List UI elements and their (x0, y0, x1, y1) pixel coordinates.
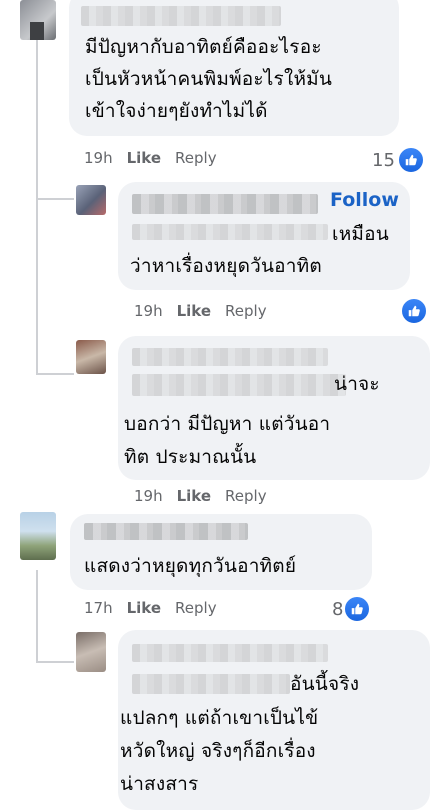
comment-text-line: เข้าใจง่ายๆยังทำไม่ได้ (85, 100, 268, 122)
thread-line-main-2 (36, 570, 38, 663)
reaction-count: 8 (332, 598, 344, 620)
like-button[interactable]: Like (127, 149, 161, 167)
blurred-author-name[interactable] (81, 6, 281, 26)
blurred-mention[interactable] (132, 224, 328, 240)
comment-timestamp[interactable]: 19h (134, 487, 163, 505)
comment-bubble: น่าจะ บอกว่า มีปัญหา แต่วันอา ทิต ประมาณ… (118, 336, 430, 480)
comment-timestamp[interactable]: 19h (84, 149, 113, 167)
comment-timestamp[interactable]: 17h (84, 599, 113, 617)
avatar[interactable] (76, 340, 106, 374)
like-reaction-icon (400, 297, 428, 325)
comment-bubble: Follow เหมือน ว่าหาเรื่องหยุดวันอาทิต (118, 182, 410, 290)
reply-button[interactable]: Reply (225, 487, 267, 505)
thread-line-branch-1 (36, 198, 74, 200)
comment-timestamp[interactable]: 19h (134, 302, 163, 320)
comment-text-line: บอกว่า มีปัญหา แต่วันอา (124, 413, 331, 435)
comment-actions: 19h Like Reply (134, 301, 267, 321)
reply-button[interactable]: Reply (225, 302, 267, 320)
blurred-author-name[interactable] (132, 194, 318, 214)
avatar[interactable] (20, 0, 56, 40)
like-button[interactable]: Like (127, 599, 161, 617)
comment-bubble: แสดงว่าหยุดทุกวันอาทิตย์ (70, 514, 372, 590)
comment-text-line: แสดงว่าหยุดทุกวันอาทิตย์ (84, 555, 297, 577)
follow-button[interactable]: Follow (330, 189, 399, 211)
blurred-author-name[interactable] (84, 523, 248, 540)
comment-text-line: แปลกๆ แต่ถ้าเขาเป็นไข้ (120, 707, 319, 729)
blurred-mention[interactable] (132, 674, 290, 694)
comment-text-line: อันนี้จริง (290, 673, 360, 695)
comment-actions: 19h Like Reply (84, 148, 217, 168)
comment-text-line: น่าสงสาร (120, 773, 199, 795)
like-reaction-icon (396, 146, 425, 174)
reaction-summary[interactable] (400, 297, 428, 325)
thread-line-branch-3 (36, 661, 74, 663)
reaction-count: 15 (372, 149, 395, 171)
reaction-summary[interactable]: 15 (372, 146, 425, 174)
avatar[interactable] (76, 185, 106, 215)
comment-actions: 17h Like Reply (84, 598, 217, 618)
comment-text-line: ทิต ประมาณนั้น (124, 446, 257, 468)
like-button[interactable]: Like (177, 487, 211, 505)
reply-button[interactable]: Reply (175, 149, 217, 167)
blurred-author-name[interactable] (132, 644, 328, 662)
thread-line-main (36, 40, 38, 375)
comment-text-line: เป็นหัวหน้าคนพิมพ์อะไรให้มัน (85, 68, 333, 90)
comment-text-line: ว่าหาเรื่องหยุดวันอาทิต (130, 255, 322, 277)
like-button[interactable]: Like (177, 302, 211, 320)
reply-button[interactable]: Reply (175, 599, 217, 617)
comment-text-line: หวัดใหญ่ จริงๆก็อีกเรื่อง (120, 740, 316, 762)
comment-bubble: มีปัญหากับอาทิตย์คืออะไรอะ เป็นหัวหน้าคน… (69, 0, 399, 136)
avatar[interactable] (20, 512, 56, 560)
comment-text-line: น่าจะ (334, 373, 380, 395)
blurred-mention[interactable] (132, 374, 346, 396)
comment-actions: 19h Like Reply (134, 486, 267, 506)
comment-text-line: มีปัญหากับอาทิตย์คืออะไรอะ (85, 36, 322, 58)
reaction-summary[interactable]: 8 (332, 595, 372, 623)
like-reaction-icon (343, 595, 372, 623)
avatar[interactable] (76, 632, 106, 672)
blurred-author-name[interactable] (132, 348, 328, 366)
comment-text-line: เหมือน (332, 223, 389, 245)
thread-line-branch-2 (36, 373, 74, 375)
comment-bubble: อันนี้จริง แปลกๆ แต่ถ้าเขาเป็นไข้ หวัดให… (118, 630, 430, 810)
